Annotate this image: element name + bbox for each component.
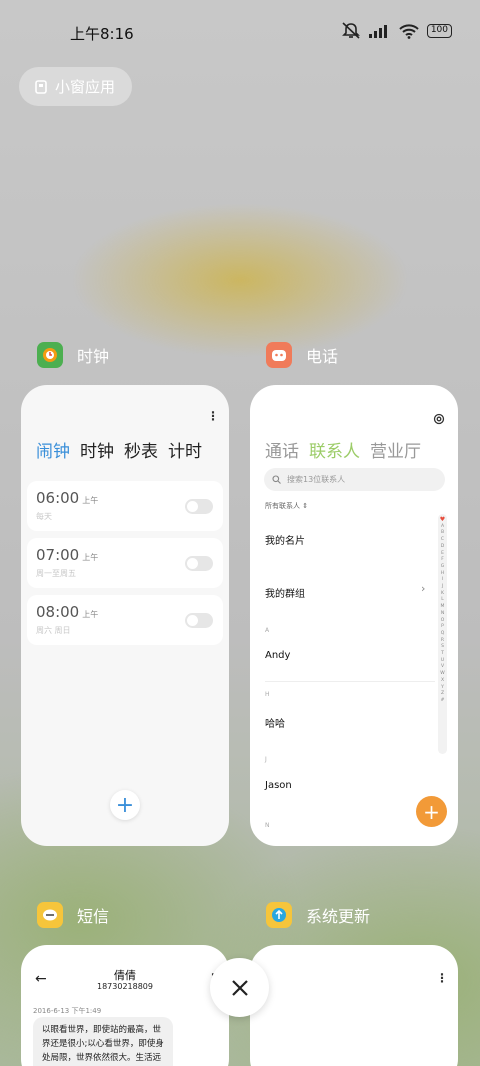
update-app-header: 系统更新 [266, 902, 370, 928]
clock-app-name: 时钟 [77, 347, 110, 366]
contact-number: 18730218809 [97, 982, 153, 991]
contact-row[interactable]: 哈哈 [265, 715, 285, 730]
floating-window-label: 小窗应用 [55, 78, 116, 96]
alarm-time: 06:00 [36, 489, 80, 507]
plus-icon: + [423, 799, 440, 824]
index-letter[interactable]: G [441, 564, 445, 571]
alarm-toggle[interactable] [185, 556, 213, 571]
index-letter[interactable]: C [441, 537, 444, 544]
clock-app-icon [37, 342, 63, 368]
alarm-repeat: 周六 周日 [36, 626, 71, 635]
alarm-item[interactable]: 07:00 上午 周一至周五 [27, 538, 223, 588]
alarm-time: 07:00 [36, 546, 80, 564]
add-alarm-button[interactable]: + [110, 790, 140, 820]
search-icon [272, 475, 281, 484]
update-app-card[interactable]: ⋮ [250, 945, 458, 1066]
settings-gear-icon[interactable] [433, 413, 445, 425]
alarm-period: 上午 [82, 610, 99, 619]
alarm-period: 上午 [82, 496, 99, 505]
alarm-item[interactable]: 06:00 上午 每天 [27, 481, 223, 531]
alarm-toggle[interactable] [185, 613, 213, 628]
update-app-name: 系统更新 [306, 907, 371, 926]
index-letter[interactable]: D [441, 544, 444, 551]
section-letter: A [265, 627, 270, 634]
index-letter[interactable]: W [440, 671, 444, 678]
signal-icon [368, 25, 387, 38]
alarm-repeat: 每天 [36, 512, 52, 521]
favorites-heart-icon[interactable]: ♥ [440, 516, 445, 524]
tab-clock[interactable]: 时钟 [80, 437, 114, 462]
filter-label: 所有联系人 [265, 502, 300, 510]
status-time: 上午8:16 [70, 25, 134, 43]
contact-name: 倩倩 [114, 969, 136, 982]
alarm-item[interactable]: 08:00 上午 周六 周日 [27, 595, 223, 645]
phone-tabs: 通话 联系人 营业厅 [265, 437, 421, 462]
my-groups-row[interactable]: 我的群组 [265, 585, 305, 600]
add-contact-button[interactable]: + [416, 796, 447, 827]
index-letter[interactable]: N [441, 611, 444, 618]
divider [265, 681, 435, 682]
search-placeholder: 搜索13位联系人 [287, 475, 346, 484]
alarm-toggle[interactable] [185, 499, 213, 514]
alarm-period: 上午 [82, 553, 99, 562]
index-letter[interactable]: T [441, 651, 444, 658]
sort-toggle-icon: ⇕ [302, 502, 309, 510]
more-options-icon[interactable]: ⋮ [207, 409, 219, 423]
tab-calls[interactable]: 通话 [265, 437, 299, 462]
close-icon [231, 979, 248, 996]
section-letter: J [265, 756, 267, 763]
contacts-filter[interactable]: 所有联系人 ⇕ [265, 501, 308, 511]
phone-app-header: 电话 [266, 342, 338, 368]
tab-alarm[interactable]: 闹钟 [36, 437, 70, 462]
index-letter[interactable]: P [441, 624, 444, 631]
sms-app-name: 短信 [77, 907, 110, 926]
tab-service-hall[interactable]: 营业厅 [370, 437, 421, 462]
wifi-icon [399, 23, 419, 39]
update-app-icon [266, 902, 292, 928]
tab-timer[interactable]: 计时 [168, 437, 202, 462]
phone-app-icon [266, 342, 292, 368]
clock-tabs: 闹钟 时钟 秒表 计时 [36, 437, 202, 462]
phone-app-name: 电话 [306, 347, 339, 366]
tab-stopwatch[interactable]: 秒表 [124, 437, 158, 462]
floating-window-icon [35, 79, 47, 94]
section-letter: N [265, 822, 270, 829]
alarm-time: 08:00 [36, 603, 80, 621]
index-letter[interactable]: # [441, 698, 445, 705]
sms-app-header: 短信 [37, 902, 109, 928]
phone-app-card[interactable]: 通话 联系人 营业厅 搜索13位联系人 所有联系人 ⇕ 我的名片 我的群组 › … [250, 385, 458, 846]
index-letter[interactable]: Q [441, 631, 445, 638]
index-letter[interactable]: M [441, 604, 445, 611]
tab-contacts[interactable]: 联系人 [309, 437, 360, 462]
battery-indicator: 100 [426, 24, 452, 38]
sms-app-icon [37, 902, 63, 928]
alphabet-index-scrollbar[interactable]: ♥ A B C D E F G H I J K L M N O P Q R S T U V W X Y Z # [438, 514, 447, 754]
index-letter[interactable]: J [442, 584, 443, 591]
contact-row[interactable]: Andy [265, 650, 290, 661]
index-letter[interactable]: X [441, 678, 444, 685]
mute-bell-icon [341, 22, 360, 39]
message-bubble[interactable]: 以眼看世界，即使站的最高，世界还是很小;以心看世界，即使身处局限，世界依然很大。… [33, 1017, 173, 1066]
floating-window-button[interactable]: 小窗应用 [19, 67, 132, 106]
more-options-icon[interactable]: ⋮ [436, 971, 448, 985]
section-letter: H [265, 691, 270, 698]
chevron-right-icon: › [421, 582, 426, 595]
alarm-repeat: 周一至周五 [36, 569, 76, 578]
clear-all-button[interactable] [210, 958, 269, 1017]
plus-icon: + [115, 792, 135, 818]
my-card-row[interactable]: 我的名片 [265, 532, 305, 547]
contact-row[interactable]: Jason [265, 780, 292, 791]
clock-app-card[interactable]: ⋮ 闹钟 时钟 秒表 计时 06:00 上午 每天 07:00 上午 周一至周五 0… [21, 385, 229, 846]
index-letter[interactable]: F [441, 557, 444, 564]
sms-app-card[interactable]: ← 倩倩 18730218809 ⋮ 2016-6-13 下午1:49 以眼看世… [21, 945, 229, 1066]
index-letter[interactable]: Z [441, 691, 444, 698]
message-date: 2016-6-13 下午1:49 [33, 1007, 102, 1015]
clock-app-header: 时钟 [37, 342, 109, 368]
status-icons: 100 [341, 22, 452, 40]
contacts-search-input[interactable]: 搜索13位联系人 [264, 468, 445, 491]
